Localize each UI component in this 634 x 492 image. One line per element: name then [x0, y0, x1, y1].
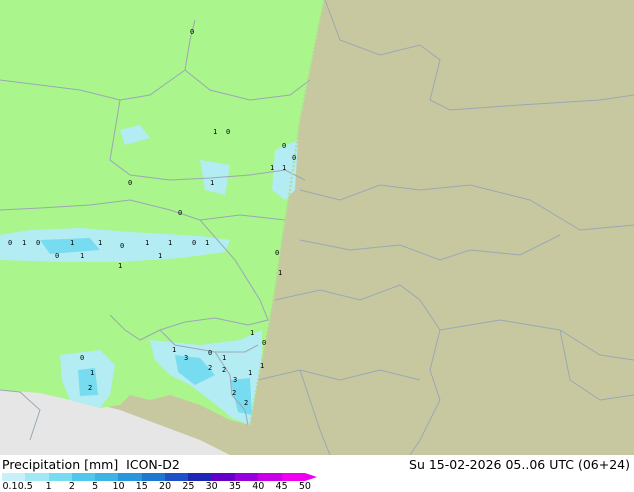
scale-swatch — [141, 473, 166, 481]
value-label: 2 — [208, 364, 212, 372]
value-label: 0 — [8, 239, 12, 247]
value-label: 1 — [145, 239, 149, 247]
value-label: 1 — [158, 252, 162, 260]
value-label: 3 — [233, 376, 237, 384]
value-label: 1 — [22, 239, 26, 247]
value-label: 0 — [128, 179, 132, 187]
scale-tick-label: 10 — [112, 481, 125, 492]
scale-tick-label: 45 — [275, 481, 288, 492]
value-label: 2 — [244, 399, 248, 407]
scale-swatch — [188, 473, 212, 481]
color-scale — [2, 473, 317, 481]
scale-tick-label: 0.5 — [17, 481, 33, 492]
scale-swatch — [2, 473, 26, 481]
value-label: 1 — [282, 164, 286, 172]
scale-swatch — [211, 473, 235, 481]
value-label: 1 — [70, 239, 74, 247]
value-label: 1 — [98, 239, 102, 247]
scale-swatch — [25, 473, 49, 481]
legend-title: Precipitation [mm] ICON-D2 — [2, 457, 180, 472]
value-label: 0 — [282, 142, 286, 150]
value-label: 0 — [190, 28, 194, 36]
value-label: 0 — [262, 339, 266, 347]
precipitation-map: 0 1 0 0 1 1 0 1 0 0 0 1 0 1 1 0 1 1 0 1 … — [0, 0, 634, 455]
scale-tick-label: 0.1 — [2, 481, 18, 492]
precip-label: Precipitation [mm] — [2, 457, 119, 472]
scale-tick-label: 25 — [182, 481, 195, 492]
scale-tick-label: 40 — [252, 481, 265, 492]
value-label: 1 — [222, 354, 226, 362]
value-label: 1 — [205, 239, 209, 247]
value-label: 1 — [80, 252, 84, 260]
scale-swatch — [95, 473, 119, 481]
legend-bar: Precipitation [mm] ICON-D2 Su 15-02-2026… — [0, 455, 634, 492]
value-label: 0 — [80, 354, 84, 362]
value-label: 0 — [226, 128, 230, 136]
value-label: 1 — [213, 128, 217, 136]
value-label: 0 — [208, 349, 212, 357]
scale-swatch — [118, 473, 142, 481]
value-label: 1 — [250, 329, 254, 337]
model-label: ICON-D2 — [126, 457, 180, 472]
value-label: 0 — [120, 242, 124, 250]
value-label: 1 — [270, 164, 274, 172]
value-label: 1 — [278, 269, 282, 277]
value-label: 0 — [275, 249, 279, 257]
value-label: 1 — [248, 369, 252, 377]
scale-swatch — [165, 473, 189, 481]
value-label: 0 — [55, 252, 59, 260]
scale-swatch — [281, 473, 305, 481]
scale-tick-label: 1 — [45, 481, 52, 492]
value-label: 3 — [184, 354, 188, 362]
value-label: 1 — [210, 179, 214, 187]
value-label: 2 — [232, 389, 236, 397]
scale-tick-label: 30 — [205, 481, 218, 492]
value-label: 2 — [88, 384, 92, 392]
scale-tick-label: 50 — [298, 481, 311, 492]
scale-tick-label: 35 — [228, 481, 242, 492]
value-label: 1 — [260, 362, 264, 370]
value-label: 1 — [90, 369, 94, 377]
value-label: 1 — [172, 346, 176, 354]
value-label: 0 — [192, 239, 196, 247]
scale-tick-label: 2 — [68, 481, 75, 492]
value-label: 1 — [118, 262, 122, 270]
value-label: 0 — [36, 239, 40, 247]
scale-tick-label: 15 — [135, 481, 148, 492]
valid-time: Su 15-02-2026 05..06 UTC (06+24) — [409, 457, 630, 472]
scale-swatch — [258, 473, 282, 481]
scale-tick-label: 5 — [92, 481, 99, 492]
value-label: 0 — [292, 154, 296, 162]
value-label: 0 — [178, 209, 182, 217]
scale-arrow — [304, 473, 317, 481]
scale-swatch — [71, 473, 96, 481]
value-label: 1 — [168, 239, 172, 247]
scale-swatch — [234, 473, 259, 481]
value-label: 2 — [222, 366, 226, 374]
scale-swatch — [48, 473, 72, 481]
scale-tick-label: 20 — [159, 481, 172, 492]
